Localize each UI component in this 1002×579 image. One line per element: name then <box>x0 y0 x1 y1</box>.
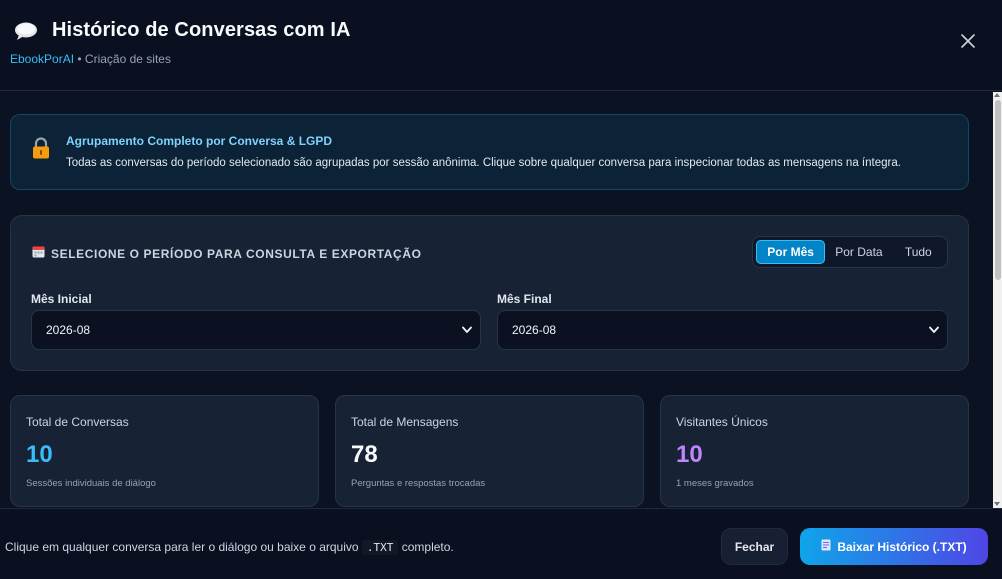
start-month-select[interactable]: 2026-08 <box>31 310 481 350</box>
stat-description: Sessões individuais de diálogo <box>26 478 156 489</box>
mode-by-month[interactable]: Por Mês <box>756 240 826 264</box>
page-title: Histórico de Conversas com IA <box>52 19 351 41</box>
stat-description: 1 meses gravados <box>676 478 754 489</box>
close-button[interactable] <box>956 29 980 53</box>
chevron-down-icon <box>462 326 472 333</box>
lgpd-notice: Agrupamento Completo por Conversa & LGPD… <box>10 114 969 190</box>
mode-all[interactable]: Tudo <box>893 240 944 264</box>
start-month-label: Mês Inicial <box>31 292 92 306</box>
modal-body[interactable]: Agrupamento Completo por Conversa & LGPD… <box>0 92 993 508</box>
document-icon <box>821 539 831 554</box>
scroll-down-arrow-icon[interactable] <box>994 502 1000 506</box>
end-month-label: Mês Final <box>497 292 552 306</box>
brand-name: EbookPorAI <box>10 52 75 66</box>
chevron-down-icon <box>929 326 939 333</box>
end-month-value: 2026-08 <box>512 323 557 337</box>
stat-unique-visitors: Visitantes Únicos 10 1 meses gravados <box>660 395 969 507</box>
stat-value: 10 <box>26 441 53 468</box>
start-month-value: 2026-08 <box>46 323 91 337</box>
footer-text-before: Clique em qualquer conversa para ler o d… <box>5 540 362 554</box>
download-history-button[interactable]: Baixar Histórico (.TXT) <box>800 528 988 565</box>
stat-description: Perguntas e respostas trocadas <box>351 478 486 489</box>
mode-by-date[interactable]: Por Data <box>825 240 892 264</box>
lock-icon <box>32 137 50 164</box>
modal-header: Histórico de Conversas com IA EbookPorAI… <box>0 0 1002 91</box>
modal-footer: Clique em qualquer conversa para ler o d… <box>0 508 1002 579</box>
stat-total-messages: Total de Mensagens 78 Perguntas e respos… <box>335 395 644 507</box>
stat-value: 10 <box>676 441 703 468</box>
content-scrollbar[interactable] <box>993 92 1002 508</box>
scrollbar-thumb[interactable] <box>995 100 1001 280</box>
stat-label: Total de Conversas <box>26 415 129 429</box>
notice-text: Todas as conversas do período selecionad… <box>66 157 901 169</box>
stat-total-conversations: Total de Conversas 10 Sessões individuai… <box>10 395 319 507</box>
notice-title: Agrupamento Completo por Conversa & LGPD <box>66 134 333 148</box>
close-icon <box>961 34 975 48</box>
file-format-code: .TXT <box>361 540 399 555</box>
footer-text-after: completo. <box>398 540 454 554</box>
title-row: Histórico de Conversas com IA <box>14 19 351 42</box>
calendar-icon <box>32 245 45 263</box>
stat-value: 78 <box>351 441 378 468</box>
scroll-up-arrow-icon[interactable] <box>994 93 1000 97</box>
speech-bubble-icon <box>14 21 38 41</box>
stat-label: Total de Mensagens <box>351 415 459 429</box>
close-modal-button[interactable]: Fechar <box>721 528 788 565</box>
period-title: SELECIONE O PERÍODO PARA CONSULTA E EXPO… <box>51 247 422 261</box>
footer-hint: Clique em qualquer conversa para ler o d… <box>5 540 454 555</box>
stat-label: Visitantes Únicos <box>676 415 768 429</box>
page-subtitle: EbookPorAI • Criação de sites <box>10 52 171 66</box>
download-button-label: Baixar Histórico (.TXT) <box>837 539 967 554</box>
site-name: • Criação de sites <box>74 52 171 66</box>
period-header: SELECIONE O PERÍODO PARA CONSULTA E EXPO… <box>32 245 422 263</box>
period-selector-card: SELECIONE O PERÍODO PARA CONSULTA E EXPO… <box>10 215 969 371</box>
period-mode-toggle: Por Mês Por Data Tudo <box>752 236 948 268</box>
end-month-select[interactable]: 2026-08 <box>497 310 948 350</box>
